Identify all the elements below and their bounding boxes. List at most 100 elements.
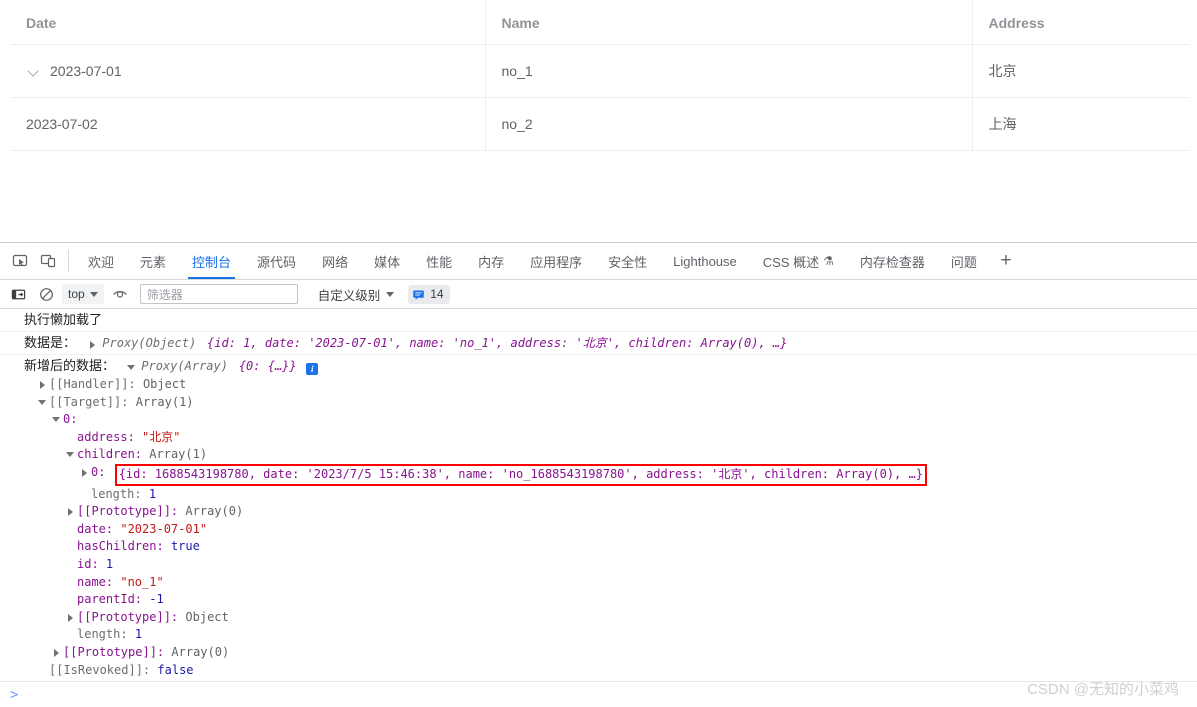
expand-arrow-icon[interactable] bbox=[66, 503, 77, 520]
tree-node[interactable]: name: "no_1" bbox=[24, 574, 1197, 592]
column-header-name[interactable]: Name bbox=[484, 2, 972, 45]
clear-console-icon[interactable] bbox=[34, 283, 58, 305]
tree-node[interactable]: parentId: -1 bbox=[24, 591, 1197, 609]
tree-node-value: "no_1" bbox=[120, 574, 164, 589]
console-message: 数据是： Proxy(Object) {id: 1, date: '2023-0… bbox=[0, 332, 1197, 355]
console-filter-input[interactable]: 筛选器 bbox=[139, 284, 298, 304]
tree-node-key: length: bbox=[77, 627, 128, 642]
message-count-icon bbox=[413, 289, 424, 300]
tab-performance[interactable]: 性能 bbox=[413, 243, 465, 279]
tree-node-key: [[Handler]]: bbox=[49, 377, 136, 391]
column-header-address[interactable]: Address bbox=[971, 2, 1190, 45]
tree-node-value: Array(0) bbox=[171, 644, 230, 659]
tab-issues[interactable]: 问题 bbox=[938, 243, 990, 279]
console-object-class: Proxy(Object) bbox=[102, 336, 197, 350]
tab-label: Lighthouse bbox=[673, 253, 737, 269]
tab-memory[interactable]: 内存 bbox=[465, 243, 517, 279]
tab-sources[interactable]: 源代码 bbox=[244, 243, 309, 279]
tree-node-value: 1 bbox=[148, 486, 157, 501]
column-header-date[interactable]: Date bbox=[10, 2, 485, 45]
screen-root: Date Name Address 2023-07-01 no_1 北京 202… bbox=[0, 0, 1197, 707]
tree-node[interactable]: id: 1 bbox=[24, 556, 1197, 574]
tree-node[interactable]: [[Prototype]]: Array(0) bbox=[24, 644, 1197, 662]
tree-node[interactable]: [[IsRevoked]]: false bbox=[24, 662, 1197, 680]
tree-node-value: Object bbox=[185, 609, 229, 624]
tab-security[interactable]: 安全性 bbox=[595, 243, 660, 279]
tree-node[interactable]: date: "2023-07-01" bbox=[24, 521, 1197, 539]
live-expression-icon[interactable] bbox=[108, 283, 132, 305]
tab-label: 性能 bbox=[426, 254, 453, 270]
tree-node[interactable]: hasChildren: true bbox=[24, 538, 1197, 556]
tree-node[interactable]: length: 1 bbox=[24, 486, 1197, 504]
collapse-arrow-icon[interactable] bbox=[126, 359, 138, 370]
table-row[interactable]: 2023-07-02 no_2 上海 bbox=[10, 97, 1190, 151]
console-filter-placeholder: 筛选器 bbox=[146, 287, 183, 302]
tree-node-key: length: bbox=[91, 486, 142, 501]
tab-memory-inspector[interactable]: 内存检查器 bbox=[847, 243, 938, 279]
tab-label: 欢迎 bbox=[88, 254, 115, 270]
tree-node[interactable]: 0: bbox=[24, 411, 1197, 429]
tree-node[interactable]: 0: {id: 1688543198780, date: '2023/7/5 1… bbox=[24, 463, 1197, 486]
console-object-preview: {id: 1, date: '2023-07-01', name: 'no_1'… bbox=[207, 336, 788, 350]
execution-context-select[interactable]: top bbox=[62, 284, 104, 304]
log-level-value: 自定义级别 bbox=[317, 288, 381, 303]
tab-lighthouse[interactable]: Lighthouse bbox=[660, 243, 750, 279]
console-output[interactable]: 执行懒加载了 数据是： Proxy(Object) {id: 1, date: … bbox=[0, 309, 1197, 707]
expand-arrow-icon[interactable] bbox=[38, 376, 49, 393]
tab-label: 媒体 bbox=[374, 254, 401, 270]
expand-arrow-icon[interactable] bbox=[88, 336, 99, 349]
device-toolbar-icon[interactable] bbox=[34, 243, 62, 279]
tree-node-value: "北京" bbox=[142, 429, 181, 444]
prompt-chevron-icon: > bbox=[10, 686, 19, 703]
tree-node[interactable]: [[Target]]: Array(1) bbox=[24, 394, 1197, 412]
chevron-down-icon[interactable] bbox=[26, 63, 42, 79]
tab-media[interactable]: 媒体 bbox=[361, 243, 413, 279]
tree-node[interactable]: address: "北京" bbox=[24, 429, 1197, 447]
execution-context-value: top bbox=[68, 287, 85, 301]
tree-node[interactable]: length: 1 bbox=[24, 626, 1197, 644]
tree-node-value: Array(0) bbox=[185, 504, 244, 519]
table-row[interactable]: 2023-07-01 no_1 北京 bbox=[10, 44, 1190, 98]
tree-node-value: Array(1) bbox=[135, 394, 194, 409]
tab-application[interactable]: 应用程序 bbox=[517, 243, 595, 279]
tab-elements[interactable]: 元素 bbox=[127, 243, 179, 279]
inspect-element-icon[interactable] bbox=[6, 243, 34, 279]
info-icon[interactable]: i bbox=[306, 363, 319, 375]
tab-label: 内存检查器 bbox=[859, 254, 925, 270]
tab-console[interactable]: 控制台 bbox=[179, 243, 244, 279]
expand-arrow-icon[interactable] bbox=[52, 644, 63, 661]
collapse-arrow-icon[interactable] bbox=[38, 394, 49, 411]
expand-arrow-icon[interactable] bbox=[80, 464, 91, 481]
expand-arrow-icon[interactable] bbox=[66, 609, 77, 626]
console-message: 新增后的数据： Proxy(Array) {0: {…}} i bbox=[0, 355, 1197, 375]
console-message-label: 数据是： bbox=[24, 335, 77, 350]
tab-welcome[interactable]: 欢迎 bbox=[75, 243, 127, 279]
console-toolbar: top 筛选器 自定义级别 14 bbox=[0, 280, 1197, 309]
tab-label: 内存 bbox=[478, 254, 505, 270]
tree-node-key: name: bbox=[77, 574, 114, 589]
tree-node-value: Object bbox=[142, 377, 187, 391]
message-count-badge[interactable]: 14 bbox=[408, 284, 450, 304]
collapse-arrow-icon[interactable] bbox=[52, 411, 63, 428]
tree-node[interactable]: [[Prototype]]: Array(0) bbox=[24, 503, 1197, 521]
tree-node-key: 0: bbox=[63, 412, 78, 427]
tree-node[interactable]: children: Array(1) bbox=[24, 446, 1197, 464]
log-level-select[interactable]: 自定义级别 bbox=[318, 285, 395, 304]
console-prompt[interactable]: > bbox=[0, 681, 1197, 707]
tree-node-key: 0: bbox=[91, 464, 106, 479]
console-sidebar-icon[interactable] bbox=[6, 283, 30, 305]
collapse-arrow-icon[interactable] bbox=[66, 446, 77, 463]
tab-network[interactable]: 网络 bbox=[309, 243, 361, 279]
tree-node[interactable]: [[Handler]]: Object bbox=[24, 376, 1197, 394]
cell-date: 2023-07-02 bbox=[10, 97, 485, 151]
tab-css-overview[interactable]: CSS 概述 ⚗ bbox=[750, 243, 847, 279]
table-head: Date Name Address bbox=[10, 2, 1190, 45]
add-tab-button[interactable]: + bbox=[990, 243, 1022, 279]
tree-node[interactable]: [[Prototype]]: Object bbox=[24, 609, 1197, 627]
data-table-region: Date Name Address 2023-07-01 no_1 北京 202… bbox=[10, 2, 1190, 151]
